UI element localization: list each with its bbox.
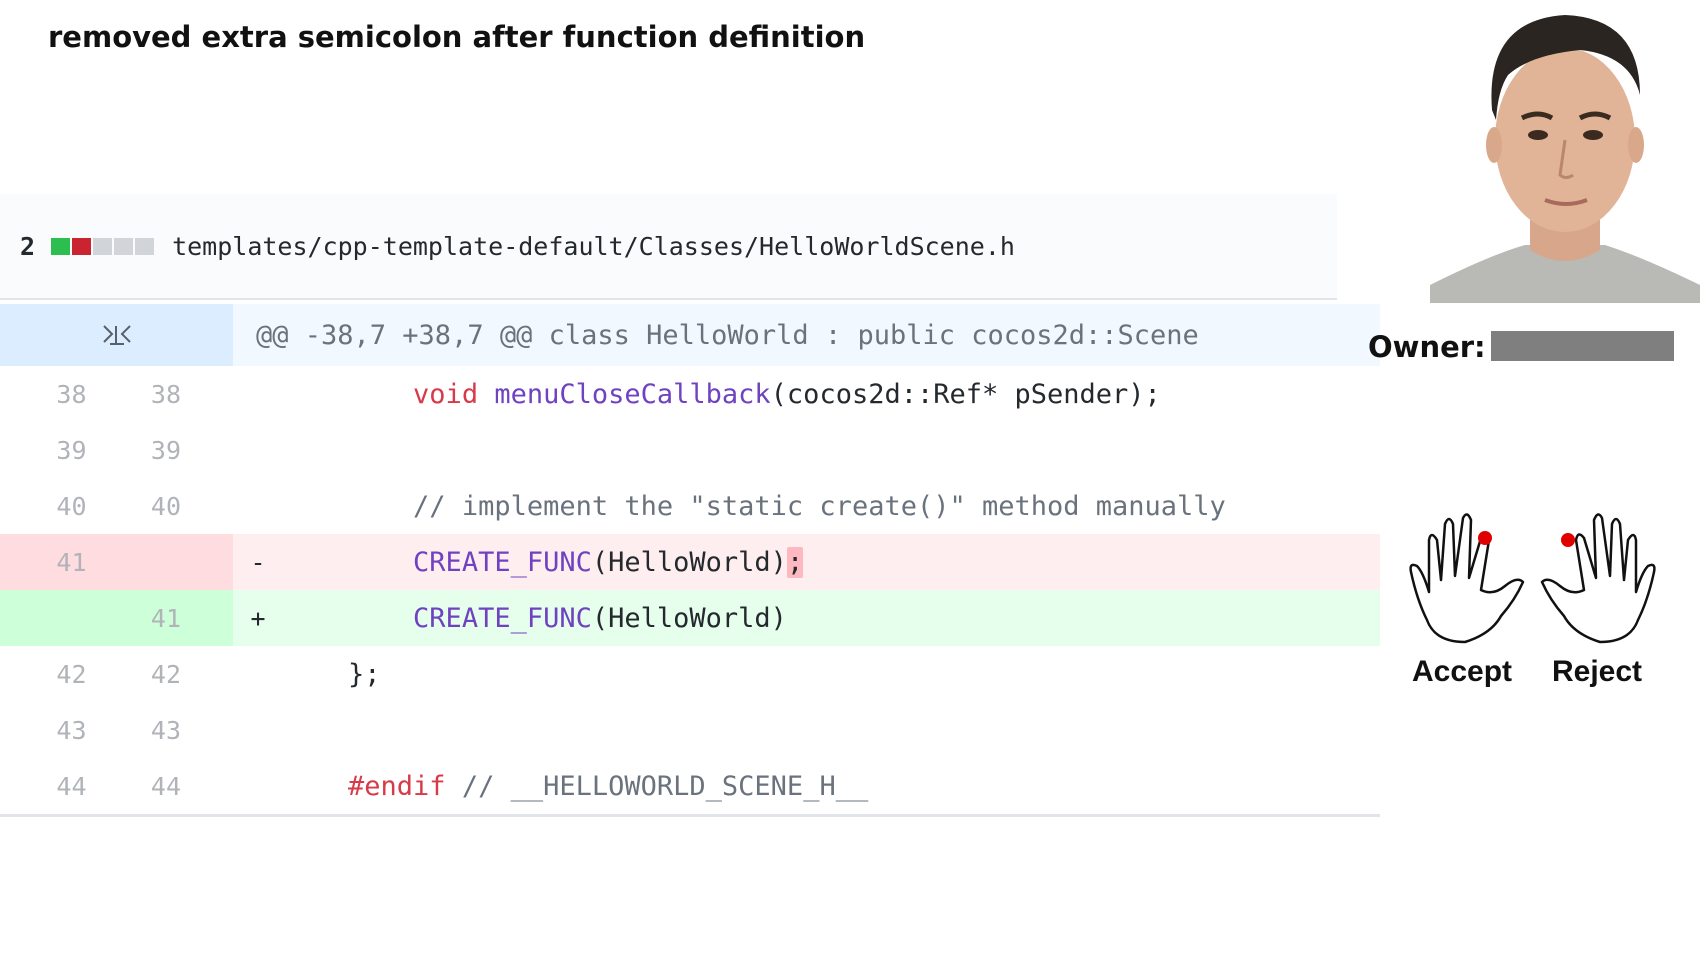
diffstat-neutral-block <box>114 237 134 255</box>
line-number-gutter: 38 38 <box>0 366 233 422</box>
owner-name-redacted <box>1491 331 1674 361</box>
code-comment: // implement the "static create()" metho… <box>413 490 1226 522</box>
diff-row-context: 38 38 void menuCloseCallback (cocos2d::Ref… <box>0 366 1380 422</box>
code-text: }; <box>348 658 381 690</box>
diffstat-removed-block <box>72 237 92 255</box>
old-line-number[interactable]: 39 <box>0 436 143 465</box>
code-line: #endif // __HELLOWORLD_SCENE_H__ <box>233 758 1380 814</box>
code-text: (HelloWorld) <box>591 546 787 578</box>
hunk-row: @@ -38,7 +38,7 @@ class HelloWorld : pub… <box>0 304 1380 366</box>
old-line-number[interactable]: 40 <box>0 492 143 521</box>
line-number-gutter: 44 44 <box>0 758 233 814</box>
removed-token-highlight: ; <box>786 546 804 578</box>
old-line-number[interactable]: 42 <box>0 660 143 689</box>
old-line-number[interactable]: 38 <box>0 380 143 409</box>
old-line-number[interactable]: 44 <box>0 772 143 801</box>
diffstat-added-block <box>51 237 71 255</box>
diff-row-added: 41 + CREATE_FUNC (HelloWorld) <box>0 590 1380 646</box>
unfold-icon <box>102 325 131 345</box>
code-line: + CREATE_FUNC (HelloWorld) <box>233 590 1380 646</box>
diffstat-neutral-block <box>93 237 113 255</box>
diff-table: @@ -38,7 +38,7 @@ class HelloWorld : pub… <box>0 304 1380 817</box>
diffstat <box>51 237 155 255</box>
hunk-header: @@ -38,7 +38,7 @@ class HelloWorld : pub… <box>256 319 1199 351</box>
code-comment: // __HELLOWORLD_SCENE_H__ <box>461 770 869 802</box>
owner-label: Owner: <box>1368 330 1486 364</box>
line-number-gutter: 41 <box>0 534 233 590</box>
diff-row-context: 44 44 #endif // __HELLOWORLD_SCENE_H__ <box>0 758 1380 814</box>
old-line-number[interactable]: 41 <box>0 548 143 577</box>
diff-marker: - <box>250 547 266 577</box>
code-text: (cocos2d::Ref* pSender); <box>770 378 1161 410</box>
line-number-gutter: 41 <box>0 590 233 646</box>
line-number-gutter: 40 40 <box>0 478 233 534</box>
new-line-number[interactable]: 39 <box>143 436 233 465</box>
accept-button[interactable]: Accept <box>1412 655 1512 689</box>
owner-avatar <box>1430 0 1700 303</box>
old-line-number[interactable]: 43 <box>0 716 143 745</box>
file-header: 2 templates/cpp-template-default/Classes… <box>0 194 1337 300</box>
accept-marker-dot <box>1478 531 1492 545</box>
code-line: }; <box>233 646 1380 702</box>
diff-marker: + <box>250 603 266 633</box>
new-line-number[interactable]: 42 <box>143 660 233 689</box>
new-line-number[interactable]: 41 <box>143 604 233 633</box>
diff-row-context: 42 42 }; <box>0 646 1380 702</box>
code-keyword: #endif <box>348 770 462 802</box>
expand-button[interactable] <box>0 304 233 366</box>
code-line: // implement the "static create()" metho… <box>233 478 1380 534</box>
new-line-number[interactable]: 40 <box>143 492 233 521</box>
diff-row-deleted: 41 - CREATE_FUNC (HelloWorld); <box>0 534 1380 590</box>
code-text: (HelloWorld) <box>591 602 787 634</box>
file-path[interactable]: templates/cpp-template-default/Classes/H… <box>172 232 1015 261</box>
diff-row-context: 43 43 <box>0 702 1380 758</box>
reject-hand-icon[interactable] <box>1538 510 1660 650</box>
line-number-gutter: 43 43 <box>0 702 233 758</box>
line-number-gutter: 42 42 <box>0 646 233 702</box>
code-line: void menuCloseCallback (cocos2d::Ref* pSe… <box>233 366 1380 422</box>
commit-title: removed extra semicolon after function d… <box>48 20 866 54</box>
reject-marker-dot <box>1561 533 1575 547</box>
code-function: CREATE_FUNC <box>413 602 592 634</box>
diffstat-neutral-block <box>135 237 155 255</box>
code-function: CREATE_FUNC <box>413 546 592 578</box>
code-keyword: void <box>413 378 495 410</box>
code-line: - CREATE_FUNC (HelloWorld); <box>233 534 1380 590</box>
line-number-gutter: 39 39 <box>0 422 233 478</box>
change-count: 2 <box>20 231 36 261</box>
diff-row-context: 39 39 <box>0 422 1380 478</box>
code-function: menuCloseCallback <box>494 378 771 410</box>
new-line-number[interactable]: 38 <box>143 380 233 409</box>
reject-button[interactable]: Reject <box>1552 655 1642 689</box>
new-line-number[interactable]: 44 <box>143 772 233 801</box>
diff-row-context: 40 40 // implement the "static create()" … <box>0 478 1380 534</box>
new-line-number[interactable]: 43 <box>143 716 233 745</box>
accept-hand-icon[interactable] <box>1405 510 1527 650</box>
